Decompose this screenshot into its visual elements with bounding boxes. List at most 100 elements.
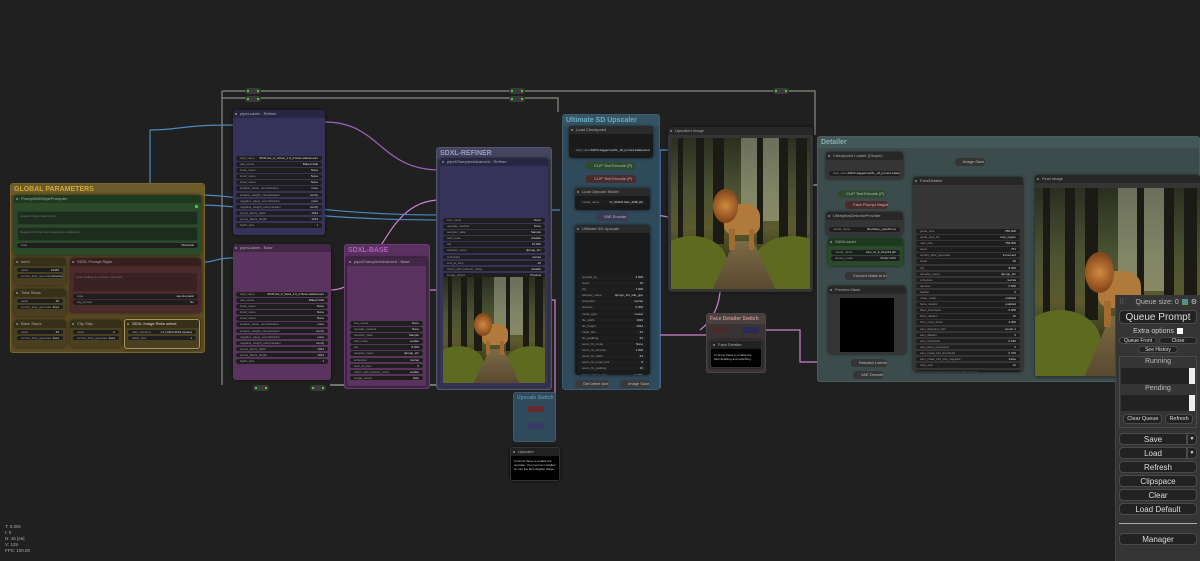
node-load-upscale-model[interactable]: Load Upscale Model model_name 4x_NMKD-Sia… bbox=[575, 188, 650, 210]
base-steps-value-widget[interactable]: value 25 bbox=[17, 329, 63, 335]
widget-negative-weight-interpretation[interactable]: negative_weight_interpretation comfy bbox=[236, 340, 328, 346]
group-upscale-switch[interactable]: Upscale Switch bbox=[513, 392, 556, 442]
running-list[interactable] bbox=[1121, 368, 1195, 384]
ratio-batch-widget[interactable]: batch_size 1 bbox=[128, 335, 196, 341]
node-ksampler-refiner[interactable]: pipeKSamplerAdvanced - Refiner lora_name… bbox=[440, 158, 548, 386]
node-base-steps[interactable]: Base Steps value 25 control_after_generat… bbox=[14, 320, 66, 347]
node-prompt-input[interactable]: PromptWithStylePrompter positive Prompt … bbox=[14, 195, 201, 255]
widget-seam-fix-mask-blur[interactable]: seam_fix_mask_blur 8 bbox=[578, 360, 647, 365]
pending-list[interactable] bbox=[1121, 395, 1195, 411]
see-history-button[interactable]: See History bbox=[1138, 346, 1178, 353]
switch-input-a[interactable] bbox=[528, 406, 544, 412]
widget-positive-weight-interpretation[interactable]: positive_weight_interpretation comfy bbox=[236, 328, 328, 334]
wildcard-textarea[interactable]: wildcard spec: if kept empty, this optio… bbox=[916, 369, 1020, 372]
node-ksampler-base[interactable]: pipeKSamplerAdvanced - Base lora_name Non… bbox=[347, 258, 426, 386]
widget-vae-name[interactable]: vae_name Baked VAE bbox=[236, 162, 322, 167]
node-image-ratio-select[interactable]: SDXL Image Ratio select ratio_selected 1:… bbox=[124, 319, 200, 349]
widget-upscale-method[interactable]: upscale_method None bbox=[443, 224, 545, 229]
refresh-queue-button[interactable]: Refresh bbox=[1165, 414, 1193, 424]
widget-mask-blur[interactable]: mask_blur 32 bbox=[578, 329, 647, 335]
widget-sam-threshold[interactable]: sam_threshold 0.930 bbox=[916, 338, 1020, 344]
reroute-node[interactable] bbox=[773, 88, 789, 94]
widget-seam-fix-mode[interactable]: seam_fix_mode None bbox=[578, 342, 647, 347]
widget-lora-name[interactable]: lora_name None bbox=[443, 218, 545, 223]
reroute-node[interactable] bbox=[509, 96, 525, 102]
node-face-detailer[interactable]: FaceDetailer guide_size 256.000 guide_size… bbox=[913, 177, 1023, 372]
switch-input-a[interactable] bbox=[712, 327, 728, 333]
widget-sam-mask-hint-use-negative[interactable]: sam_mask_hint_use_negative False bbox=[916, 356, 1020, 362]
total-steps-value-widget[interactable]: value 30 bbox=[17, 298, 63, 304]
widget-force-inpaint[interactable]: force_inpaint enabled bbox=[916, 302, 1020, 307]
sam-model-widget[interactable]: model_name sam_vit_b_01ec64.pth bbox=[831, 250, 900, 255]
style-widget[interactable]: style Photostic bbox=[17, 243, 198, 248]
negative-prompt-textarea[interactable]: Negative Prompt (text to generate variat… bbox=[17, 227, 198, 241]
widget-steps[interactable]: steps 20 bbox=[916, 259, 1020, 264]
node-load-checkpoint[interactable]: Load Checkpoint ckpt_name SDXL\Juggernaut… bbox=[569, 126, 653, 158]
total-steps-control-widget[interactable]: control_after_generate fixed bbox=[17, 304, 63, 310]
ultralytics-model-widget[interactable]: model_name bbox/face_yolov8m.pt bbox=[829, 227, 900, 232]
widget-lora2-name[interactable]: lora2_name None bbox=[236, 310, 328, 315]
widget-upscale-by[interactable]: upscale_by 2.000 bbox=[578, 275, 647, 280]
node-total-steps[interactable]: Total Steps value 30 control_after_genera… bbox=[14, 289, 66, 316]
node-checkpoint-loader-simple[interactable]: Checkpoint Loader (Simple) ckpt_name SDXL… bbox=[826, 152, 903, 179]
widget-seam-fix-padding[interactable]: seam_fix_padding 16 bbox=[578, 366, 647, 371]
widget-bbox-threshold[interactable]: bbox_threshold 0.500 bbox=[916, 308, 1020, 313]
widget-sampler-name[interactable]: sampler_name dpmpp_2m_sde_gpu bbox=[578, 293, 647, 298]
drag-handle-icon[interactable]: ⠿ bbox=[1119, 298, 1124, 306]
upscale-model-widget[interactable]: model_name 4x_NMKD-Siax_200k.pth bbox=[578, 200, 647, 205]
node-sam-loader[interactable]: SAMLoader model_name sam_vit_b_01ec64.pth… bbox=[828, 238, 903, 266]
widget-scheduler[interactable]: scheduler karras bbox=[350, 357, 423, 363]
widget-sampler-name[interactable]: sampler_name dpmpp_2m bbox=[443, 248, 545, 253]
output-slot[interactable] bbox=[195, 205, 198, 208]
ckpt-simple-widget[interactable]: ckpt_name SDXL\JuggernautXL_v8_pruned.saf… bbox=[829, 171, 900, 176]
ratio-selected-widget[interactable]: ratio_selected 1:1 [1024x1024 square] bbox=[128, 329, 196, 335]
node-seed[interactable]: seed value 12345 control_after_generate in… bbox=[14, 258, 66, 285]
widget-lora1-name[interactable]: lora1_name None bbox=[236, 304, 328, 309]
widget-sampler-name[interactable]: sampler_name dpmpp_2m bbox=[350, 351, 423, 356]
widget-feather[interactable]: feather 5 bbox=[916, 289, 1020, 295]
clear-queue-button[interactable]: Clear Queue bbox=[1123, 414, 1163, 424]
reroute-node[interactable] bbox=[253, 385, 269, 391]
switch-input-b[interactable] bbox=[743, 327, 759, 333]
clip-skip-control-widget[interactable]: control_after_generate fixed bbox=[73, 335, 119, 341]
node-vae-decode[interactable]: VAE Decode bbox=[853, 371, 883, 379]
widget-seed[interactable]: seed 751 bbox=[916, 247, 1020, 252]
widget-batch-size[interactable]: batch_size 1 bbox=[236, 223, 322, 228]
widget-positive-weight-interpretation[interactable]: positive_weight_interpretation comfy bbox=[236, 192, 322, 198]
widget-tile-height[interactable]: tile_height 1024 bbox=[578, 323, 647, 329]
reroute-node[interactable] bbox=[245, 96, 261, 102]
load-dropdown-icon[interactable]: ▼ bbox=[1187, 447, 1197, 459]
widget-empty-latent-width[interactable]: empty_latent_width 1024 bbox=[236, 346, 328, 352]
widget-denoise[interactable]: denoise 0.300 bbox=[578, 305, 647, 310]
widget-sam-mask-hint-threshold[interactable]: sam_mask_hint_threshold 0.700 bbox=[916, 350, 1020, 356]
node-pipeloader-refiner[interactable]: pipeLoader - Refiner ckpt_name SDXL\sd_xl… bbox=[233, 110, 325, 235]
node-rebatch-latents[interactable]: Rebatch Latents bbox=[851, 359, 887, 367]
node-image-save-detailer[interactable]: Image Save bbox=[955, 158, 985, 166]
close-button[interactable]: Close bbox=[1159, 337, 1197, 344]
ckpt-name-widget[interactable]: ckpt_name SDXL\JuggernautXL_v8_pruned.saf… bbox=[572, 148, 650, 153]
widget-sampler-name[interactable]: sampler_name dpmpp_2m bbox=[916, 271, 1020, 277]
widget-cfg[interactable]: cfg 7.000 bbox=[578, 287, 647, 292]
node-upscaled-image[interactable]: Upscaled Image bbox=[668, 127, 813, 292]
node-clip-text-encode-detailer[interactable]: CLIP Text Encode (P) bbox=[838, 190, 886, 198]
refresh-button[interactable]: Refresh bbox=[1119, 461, 1197, 473]
widget-control-after-generate[interactable]: control_after_generate increment bbox=[916, 253, 1020, 258]
node-clip-skip[interactable]: Clip Skip value -2 control_after_generate… bbox=[70, 320, 122, 347]
widget-noise-mask[interactable]: noise_mask enabled bbox=[916, 296, 1020, 301]
widget-negative-token-normalization[interactable]: negative_token_normalization none bbox=[236, 334, 328, 340]
widget-return-with-leftover-noise[interactable]: return_with_leftover_noise disable bbox=[443, 266, 545, 272]
node-sdxl-prompt-styler[interactable]: SDXL Prompt Styler a lion walking in a f… bbox=[70, 258, 201, 313]
scrollbar[interactable] bbox=[1189, 395, 1195, 411]
widget-image-output[interactable]: image_output Hide bbox=[350, 375, 423, 381]
widget-ckpt-name[interactable]: ckpt_name SDXL\sd_xl_base_1.0_0.9vae.safe… bbox=[236, 292, 328, 297]
widget-bbox-crop-factor[interactable]: bbox_crop_factor 3.000 bbox=[916, 320, 1020, 325]
styler-text[interactable]: a lion walking in a forest, cinematic bbox=[73, 272, 198, 292]
node-ultralytics-detector-provider[interactable]: UltralyticsDetectorProvider model_name bb… bbox=[826, 212, 903, 235]
widget-end-at-step[interactable]: end_at_step 30 bbox=[443, 260, 545, 266]
widget-scheduler[interactable]: scheduler karras bbox=[578, 299, 647, 304]
widget-sam-dilation[interactable]: sam_dilation 0 bbox=[916, 332, 1020, 338]
widget-cfg[interactable]: cfg 8.000 bbox=[916, 265, 1020, 271]
widget-guide-size-for[interactable]: guide_size_for crop_region bbox=[916, 235, 1020, 240]
node-face-detailer-note[interactable]: Face Detailer Connect these to enable th… bbox=[710, 340, 762, 368]
positive-prompt-textarea[interactable]: positive Prompt (text input) bbox=[17, 211, 198, 225]
